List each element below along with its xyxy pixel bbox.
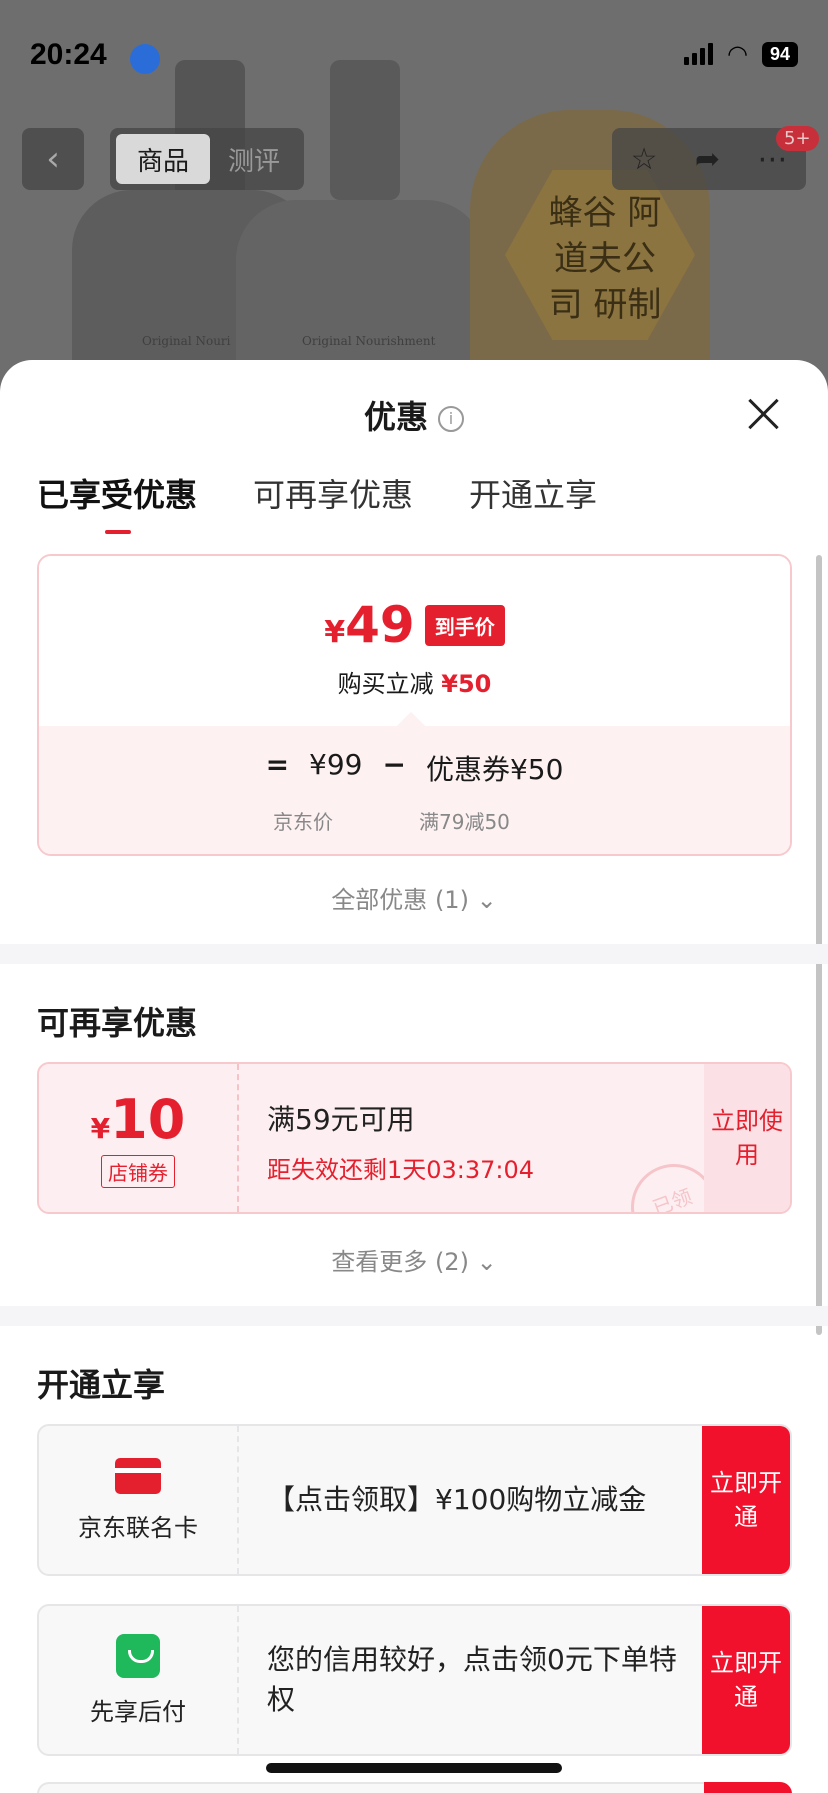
pay-later-offer[interactable]: 先享后付 您的信用较好，点击领0元下单特权 立即开通	[37, 1604, 792, 1756]
coupon-currency: ¥	[90, 1112, 111, 1145]
location-icon	[130, 44, 160, 74]
chevron-left-icon: ‹	[46, 139, 60, 179]
section-divider	[0, 1306, 828, 1326]
coupon-kind-badge: 店铺券	[101, 1155, 175, 1188]
price-formula: = ¥99 − 优惠券¥50	[39, 748, 790, 788]
all-discounts-toggle[interactable]: 全部优惠 (1) ⌄	[0, 880, 828, 915]
store-coupon[interactable]: ¥10 店铺券 满59元可用 距失效还剩1天03:37:04 已领 立即使用	[37, 1062, 792, 1214]
sheet-title-text: 优惠	[363, 398, 428, 436]
product-image-background: Original Nouri Original Nourishment 蜂谷 阿…	[0, 0, 828, 400]
close-button[interactable]	[744, 394, 784, 434]
jd-price-label: 京东价	[273, 810, 333, 834]
jd-cobrand-card-offer[interactable]: 京东联名卡 【点击领取】¥100购物立减金 立即开通	[37, 1424, 792, 1576]
minus-sign: −	[382, 748, 406, 781]
reduce-amount: ¥50	[441, 670, 492, 698]
use-now-button[interactable]: 立即使用	[704, 1064, 790, 1212]
coupon-value: ¥10	[91, 1088, 186, 1151]
open-now-button[interactable]: 立即开通	[702, 1426, 790, 1574]
back-button[interactable]: ‹	[22, 128, 84, 190]
offer-label: 先享后付	[90, 1697, 186, 1726]
battery-icon: 94	[761, 41, 798, 67]
currency-symbol: ¥	[324, 614, 346, 650]
tab-goods[interactable]: 商品	[116, 134, 210, 184]
coupon-expiry: 距失效还剩1天03:37:04	[267, 1156, 535, 1184]
sheet-title: 优惠 i	[0, 392, 828, 438]
equals-sign: =	[265, 748, 290, 781]
final-price: 49	[345, 596, 415, 654]
open-now-button[interactable]: 立即开通	[702, 1606, 790, 1754]
enjoyed-discount-card: ¥ 49 到手价 购买立减 ¥50 = ¥99 − 优惠券¥50 京东价 满79…	[37, 554, 792, 856]
next-offer-card-partial	[37, 1782, 792, 1793]
jd-price: ¥99	[309, 748, 363, 781]
shopping-bag-icon	[116, 1633, 160, 1678]
discount-tabs: 已享受优惠 可再享优惠 开通立享	[37, 470, 597, 534]
tab-review[interactable]: 测评	[228, 141, 280, 178]
info-icon[interactable]: i	[438, 406, 464, 432]
offer-description: 您的信用较好，点击领0元下单特权	[267, 1643, 677, 1716]
coupon-condition: 满59元可用	[267, 1103, 415, 1136]
home-indicator[interactable]	[266, 1763, 562, 1773]
bottle-label: Original Nouri	[142, 334, 231, 348]
status-bar: 20:24 ◠ 94	[30, 36, 798, 76]
share-icon[interactable]: ➦	[695, 142, 720, 177]
see-more-toggle[interactable]: 查看更多 (2) ⌄	[0, 1242, 828, 1277]
reduce-label: 购买立减	[337, 670, 434, 698]
cellular-signal-icon	[684, 43, 714, 65]
final-price-tag: 到手价	[424, 604, 505, 646]
goods-review-switch[interactable]: 商品 测评	[110, 128, 304, 190]
tab-open[interactable]: 开通立享	[469, 470, 597, 516]
coupon-rule: 满79减50	[419, 810, 510, 834]
wifi-icon: ◠	[727, 40, 748, 68]
credit-card-icon	[115, 1457, 161, 1494]
open-benefits-title: 开通立享	[37, 1366, 166, 1404]
gold-bottle-text: 蜂谷 阿道夫公司 研制	[548, 193, 662, 325]
more-discounts-title: 可再享优惠	[37, 1004, 198, 1042]
coupon-amount: 优惠券¥50	[425, 753, 564, 786]
star-icon[interactable]: ☆	[631, 142, 658, 177]
discount-sheet: 优惠 i 已享受优惠 可再享优惠 开通立享 ¥ 49 到手价 购买立减 ¥50 =…	[0, 360, 828, 1793]
message-badge: 5+	[776, 126, 819, 151]
bottle-label: Original Nourishment	[302, 334, 436, 348]
coupon-amount-number: 10	[110, 1088, 186, 1151]
bottle-pump	[330, 60, 400, 200]
tab-more[interactable]: 可再享优惠	[253, 470, 413, 516]
reduce-line: 购买立减 ¥50	[39, 664, 790, 699]
offer-description: 【点击领取】¥100购物立减金	[267, 1483, 647, 1516]
status-time: 20:24	[30, 38, 107, 71]
offer-label: 京东联名卡	[78, 1513, 198, 1542]
tab-enjoyed[interactable]: 已享受优惠	[37, 470, 197, 534]
section-divider	[0, 944, 828, 964]
